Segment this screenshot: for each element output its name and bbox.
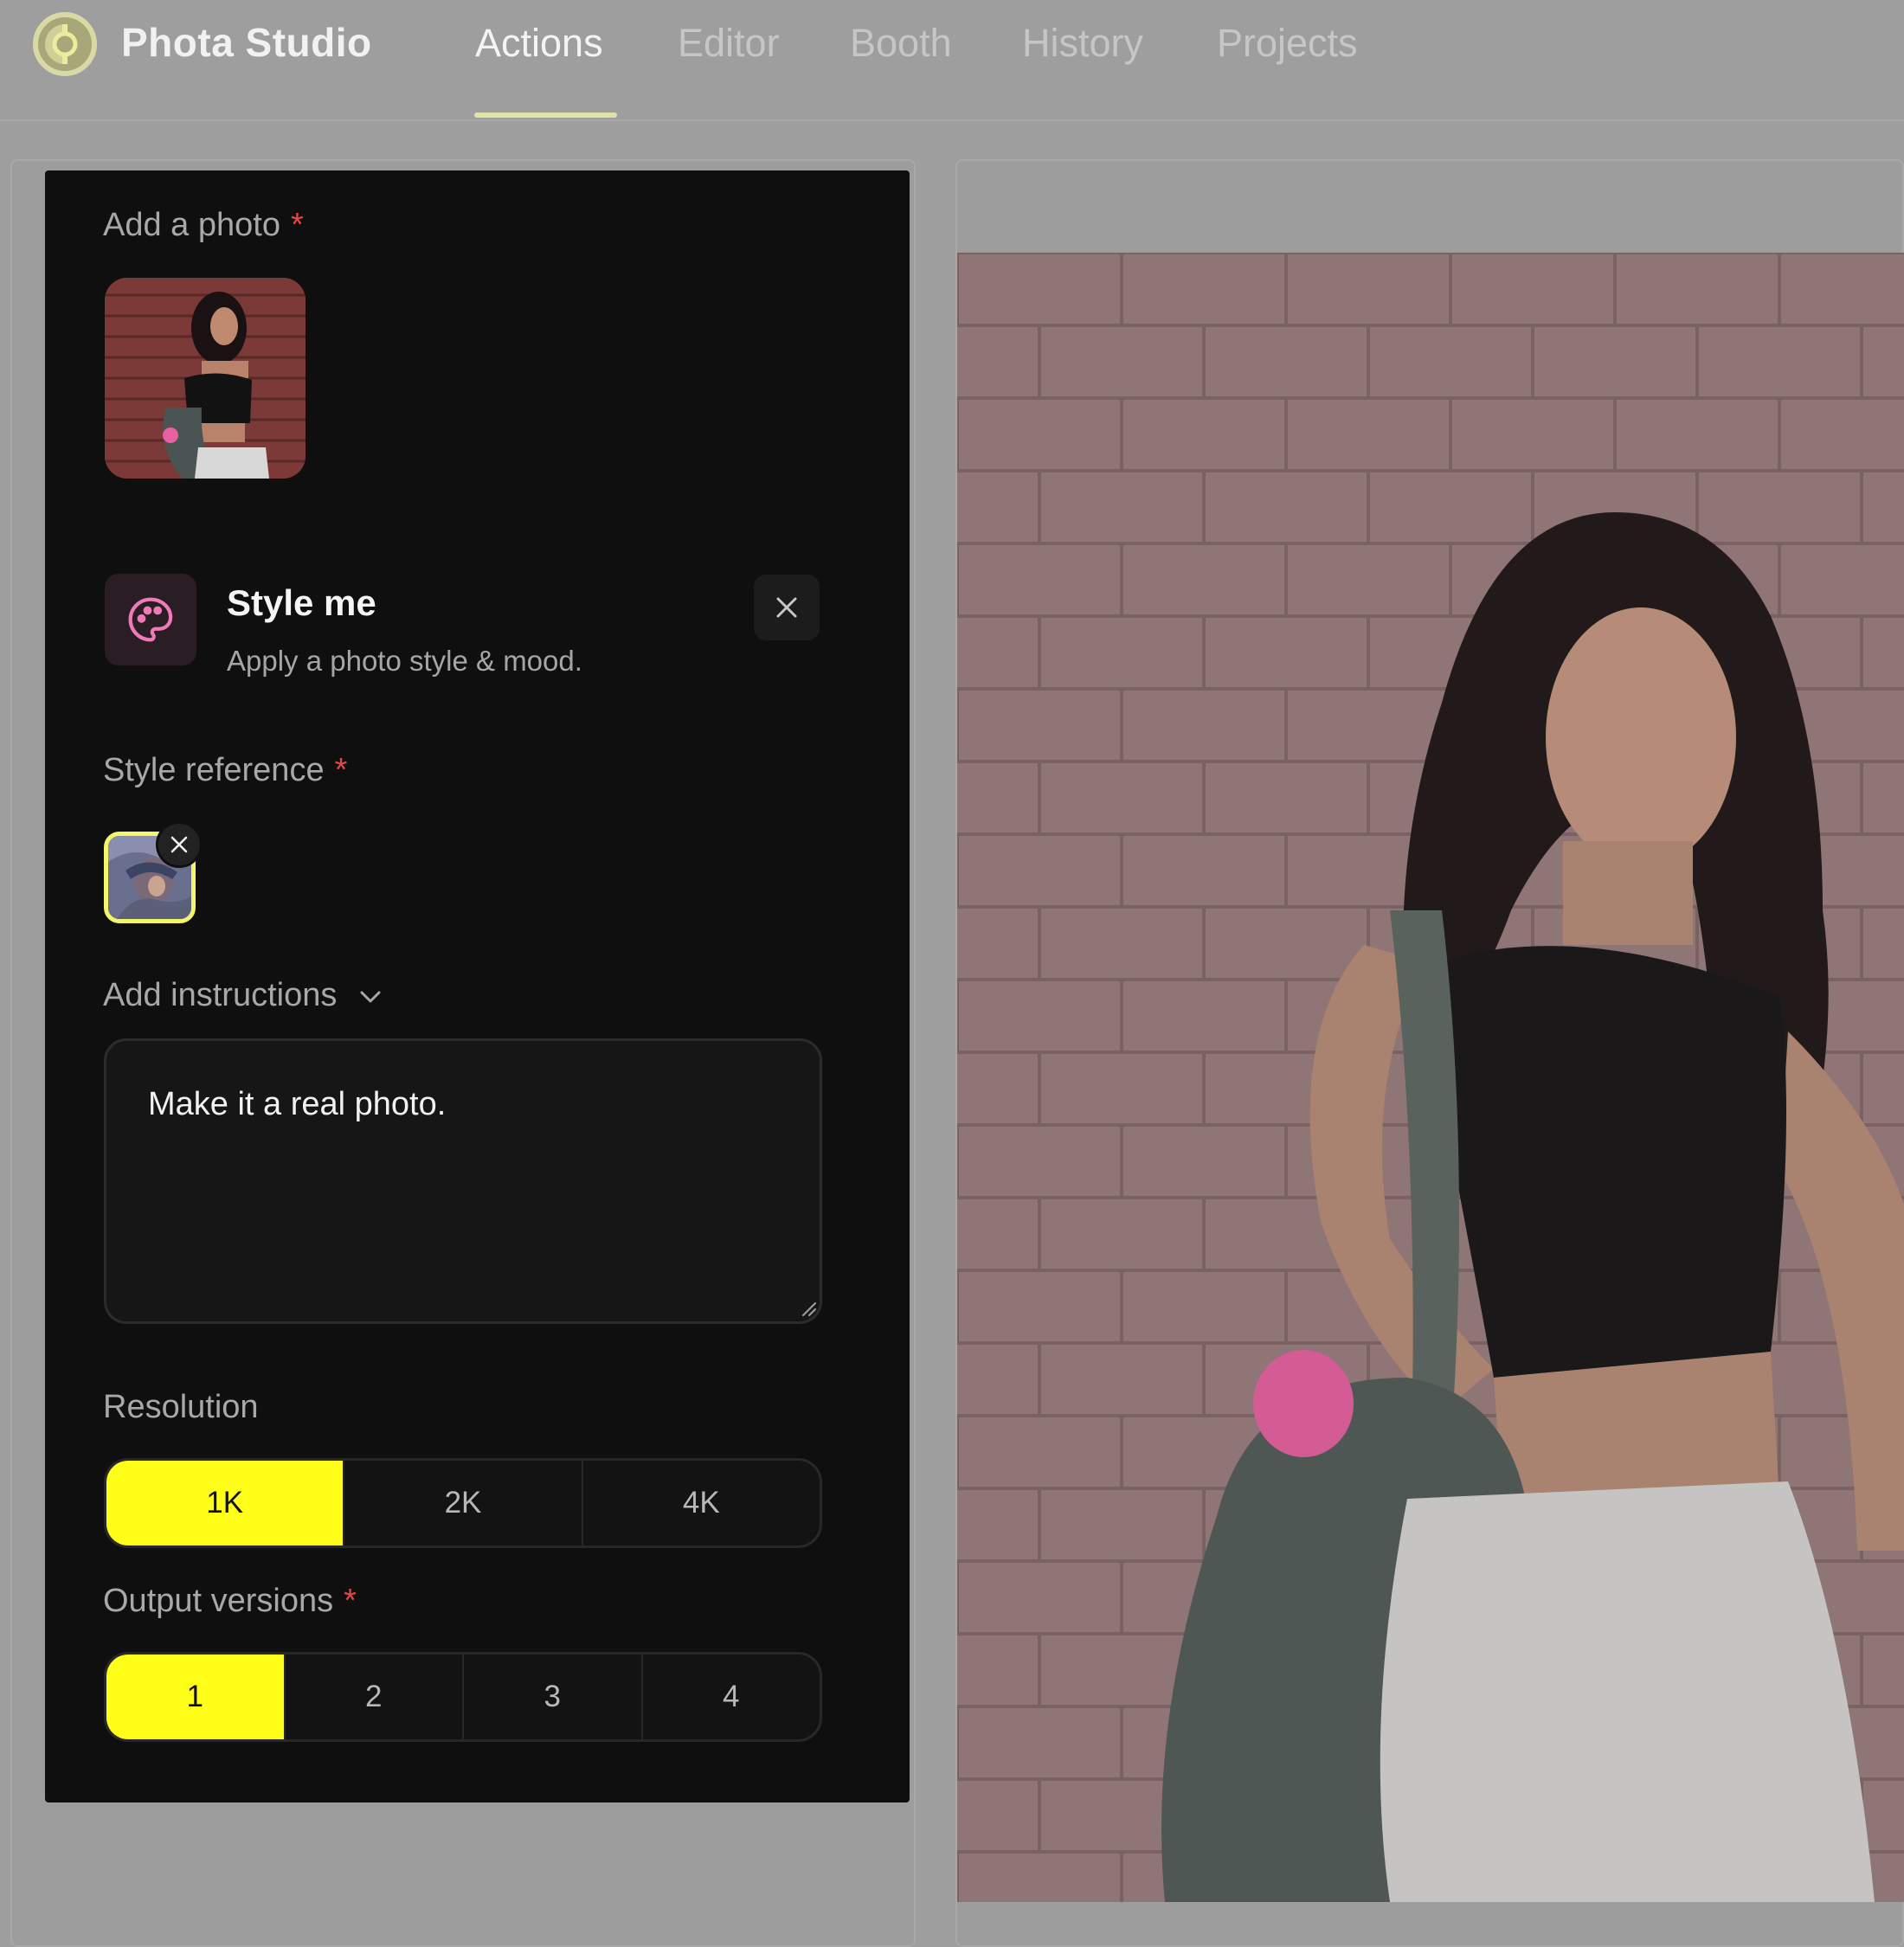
remove-action-button[interactable] bbox=[754, 575, 820, 640]
tab-history[interactable]: History bbox=[1022, 21, 1143, 66]
resolution-option-1k[interactable]: 1K bbox=[106, 1461, 345, 1545]
close-icon bbox=[776, 597, 797, 618]
close-icon bbox=[170, 836, 188, 853]
add-photo-label: Add a photo * bbox=[103, 207, 304, 244]
instructions-textarea[interactable]: Make it a real photo. bbox=[104, 1038, 822, 1324]
remove-style-reference-button[interactable] bbox=[156, 821, 203, 868]
tab-editor[interactable]: Editor bbox=[678, 21, 780, 66]
photo-preview[interactable] bbox=[957, 253, 1904, 1902]
action-subtitle: Apply a photo style & mood. bbox=[227, 645, 582, 677]
style-reference-label-text: Style reference bbox=[103, 752, 325, 788]
add-photo-label-text: Add a photo bbox=[103, 207, 280, 243]
required-mark: * bbox=[334, 752, 348, 788]
style-reference-label: Style reference * bbox=[103, 752, 347, 789]
required-mark: * bbox=[344, 1583, 357, 1619]
app-title: Phota Studio bbox=[121, 20, 372, 65]
resolution-label: Resolution bbox=[103, 1389, 259, 1425]
action-title: Style me bbox=[227, 582, 376, 623]
output-versions-label: Output versions * bbox=[103, 1583, 357, 1620]
palette-icon bbox=[105, 574, 196, 665]
output-option-1[interactable]: 1 bbox=[106, 1655, 286, 1739]
resolution-selector: 1K 2K 4K bbox=[104, 1458, 822, 1548]
uploaded-photo-thumbnail[interactable] bbox=[105, 278, 306, 479]
output-option-3[interactable]: 3 bbox=[464, 1655, 643, 1739]
output-versions-label-text: Output versions bbox=[103, 1583, 334, 1619]
required-mark: * bbox=[290, 207, 304, 243]
tab-projects[interactable]: Projects bbox=[1217, 21, 1358, 66]
photo-preview-image bbox=[957, 253, 1904, 1902]
output-option-4[interactable]: 4 bbox=[643, 1655, 820, 1739]
resize-grip-icon[interactable] bbox=[800, 1300, 817, 1317]
resolution-option-4k[interactable]: 4K bbox=[583, 1461, 820, 1545]
tab-actions[interactable]: Actions bbox=[475, 21, 603, 66]
output-versions-selector: 1 2 3 4 bbox=[104, 1652, 822, 1742]
app-logo-icon[interactable] bbox=[33, 12, 97, 76]
action-settings-panel: Add a photo * Style me Apply a photo sty… bbox=[45, 170, 910, 1802]
tab-booth[interactable]: Booth bbox=[850, 21, 952, 66]
output-option-2[interactable]: 2 bbox=[286, 1655, 464, 1739]
resolution-option-2k[interactable]: 2K bbox=[344, 1461, 583, 1545]
add-instructions-toggle[interactable]: Add instructions bbox=[103, 977, 383, 1014]
add-instructions-label-text: Add instructions bbox=[103, 977, 338, 1013]
active-tab-indicator bbox=[474, 112, 617, 118]
chevron-down-icon bbox=[360, 991, 381, 1003]
top-nav-bar: Phota Studio Actions Editor Booth Histor… bbox=[0, 0, 1904, 121]
